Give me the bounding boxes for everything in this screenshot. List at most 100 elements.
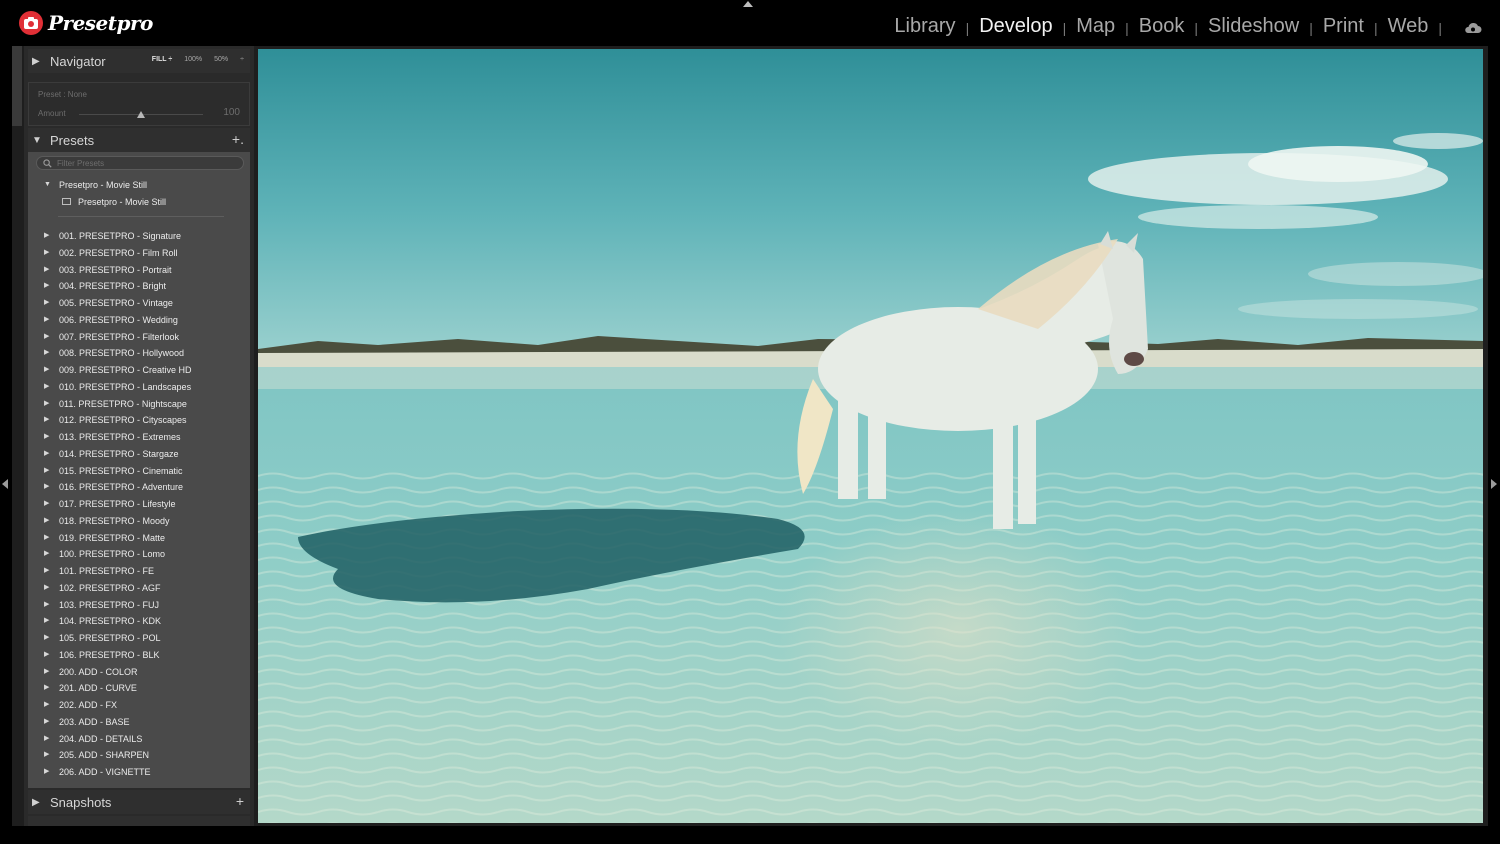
preset-item-label: Presetpro - Movie Still [78, 197, 167, 207]
history-header[interactable] [28, 816, 250, 826]
expand-triangle-icon: ▶ [44, 751, 50, 759]
preset-group-label: 014. PRESETPRO - Stargaze [59, 448, 179, 459]
presets-title: Presets [50, 132, 95, 148]
expand-triangle-icon: ▶ [44, 500, 50, 507]
preset-amount-box: Preset : None Amount 100 [28, 82, 250, 126]
preset-group-label: 003. PRESETPRO - Portrait [59, 264, 172, 275]
preset-group-open[interactable]: ▼ Presetpro - Movie Still [28, 178, 250, 192]
collapse-top-panel-icon[interactable] [743, 1, 753, 7]
module-map[interactable]: Map [1076, 15, 1115, 38]
list-divider [58, 216, 224, 217]
preset-group[interactable]: ▶ 008. PRESETPRO - Hollywood [28, 346, 250, 360]
preset-group[interactable]: ▶ 206. ADD - VIGNETTE [28, 765, 250, 779]
preset-group-label: 013. PRESETPRO - Extremes [59, 432, 181, 442]
preset-group-label: 204. ADD - DETAILS [59, 733, 143, 744]
preset-group-label: 006. PRESETPRO - Wedding [59, 314, 178, 325]
zoom-more[interactable]: ÷ [240, 56, 244, 63]
preset-group[interactable]: ▶ 005. PRESETPRO - Vintage [28, 296, 250, 310]
amount-slider-thumb[interactable] [137, 111, 145, 118]
preset-group[interactable]: ▶ 103. PRESETPRO - FUJ [28, 598, 250, 612]
preset-group[interactable]: ▶ 002. PRESETPRO - Film Roll [28, 246, 250, 260]
module-separator: | [965, 19, 970, 36]
preset-group[interactable]: ▶ 205. ADD - SHARPEN [28, 748, 250, 762]
preset-group[interactable]: ▶ 202. ADD - FX [28, 698, 250, 712]
zoom-fill[interactable]: FILL ÷ [152, 56, 172, 63]
preset-group-label: 202. ADD - FX [59, 700, 118, 710]
expand-triangle-icon: ▶ [44, 617, 50, 625]
preset-group[interactable]: ▶ 104. PRESETPRO - KDK [28, 614, 250, 628]
preset-group[interactable]: ▶ 016. PRESETPRO - Adventure [28, 480, 250, 494]
module-print[interactable]: Print [1323, 15, 1364, 38]
preset-item[interactable]: Presetpro - Movie Still [28, 195, 250, 209]
preset-group[interactable]: ▶ 004. PRESETPRO - Bright [28, 279, 250, 293]
preset-group[interactable]: ▶ 019. PRESETPRO - Matte [28, 531, 250, 545]
preset-group[interactable]: ▶ 003. PRESETPRO - Portrait [28, 263, 250, 277]
preset-group[interactable]: ▶ 011. PRESETPRO - Nightscape [28, 397, 250, 411]
module-slideshow[interactable]: Slideshow [1208, 15, 1299, 38]
collapse-right-panel-icon[interactable] [1491, 479, 1497, 489]
presets-header[interactable]: ▼ Presets +. [28, 128, 250, 152]
zoom-50[interactable]: 50% [214, 56, 228, 63]
collapse-triangle-icon: ▼ [44, 181, 51, 188]
snapshots-header[interactable]: ▶ Snapshots + [28, 790, 250, 814]
preset-group[interactable]: ▶ 204. ADD - DETAILS [28, 732, 250, 746]
preset-group[interactable]: ▶ 017. PRESETPRO - Lifestyle [28, 497, 250, 511]
preset-group[interactable]: ▶ 009. PRESETPRO - Creative HD [28, 363, 250, 377]
expand-triangle-icon: ▶ [44, 701, 50, 708]
preset-group-label: 009. PRESETPRO - Creative HD [59, 365, 192, 375]
collapse-left-panel-icon[interactable] [2, 479, 8, 489]
cloud-sync-icon[interactable] [1464, 22, 1482, 34]
preset-group[interactable]: ▶ 015. PRESETPRO - Cinematic [28, 464, 250, 478]
preset-label: Preset : None [38, 90, 87, 99]
preset-group[interactable]: ▶ 102. PRESETPRO - AGF [28, 581, 250, 595]
preset-group-label: 101. PRESETPRO - FE [59, 566, 155, 576]
preset-group[interactable]: ▶ 200. ADD - COLOR [28, 665, 250, 679]
expand-triangle-icon: ▶ [44, 265, 50, 273]
module-web[interactable]: Web [1388, 15, 1429, 38]
preset-group[interactable]: ▶ 001. PRESETPRO - Signature [28, 229, 250, 243]
filter-presets-field[interactable] [36, 156, 244, 170]
preset-group[interactable]: ▶ 203. ADD - BASE [28, 715, 250, 729]
preset-group[interactable]: ▶ 007. PRESETPRO - Filterlook [28, 330, 250, 344]
expand-triangle-icon: ▶ [44, 315, 50, 323]
expand-triangle-icon: ▶ [44, 650, 50, 658]
brand-logo: Presetpro [19, 10, 153, 36]
preset-group-label: 004. PRESETPRO - Bright [59, 281, 167, 292]
preset-group[interactable]: ▶ 013. PRESETPRO - Extremes [28, 430, 250, 444]
preset-group[interactable]: ▶ 105. PRESETPRO - POL [28, 631, 250, 645]
zoom-100[interactable]: 100% [184, 56, 202, 63]
preset-group-label: 011. PRESETPRO - Nightscape [59, 398, 187, 409]
preset-group-label: 106. PRESETPRO - BLK [59, 649, 160, 660]
module-separator: | [1309, 19, 1313, 36]
left-scrollbar[interactable] [12, 46, 22, 126]
navigator-header[interactable]: ▶ Navigator FILL ÷ 100% 50% ÷ [28, 49, 250, 73]
add-preset-icon[interactable]: +. [232, 131, 244, 147]
photo-canvas[interactable] [258, 49, 1483, 823]
preset-group[interactable]: ▶ 101. PRESETPRO - FE [28, 564, 250, 578]
expand-triangle-icon: ▶ [44, 349, 50, 357]
filter-presets-input[interactable] [57, 157, 237, 169]
module-develop[interactable]: Develop [979, 15, 1052, 38]
expand-triangle-icon: ▶ [44, 667, 50, 675]
preset-group-label: 105. PRESETPRO - POL [59, 633, 161, 643]
preset-group-label: 103. PRESETPRO - FUJ [59, 599, 160, 610]
expand-triangle-icon: ▶ [44, 416, 50, 424]
expand-triangle-icon: ▶ [44, 332, 50, 340]
preset-group[interactable]: ▶ 018. PRESETPRO - Moody [28, 514, 250, 528]
preset-group[interactable]: ▶ 106. PRESETPRO - BLK [28, 648, 250, 662]
preset-group[interactable]: ▶ 010. PRESETPRO - Landscapes [28, 380, 250, 394]
preset-group[interactable]: ▶ 100. PRESETPRO - Lomo [28, 547, 250, 561]
preset-group-label: 019. PRESETPRO - Matte [59, 532, 166, 543]
preset-group[interactable]: ▶ 201. ADD - CURVE [28, 681, 250, 695]
expand-triangle-icon: ▶ [44, 466, 50, 474]
module-book[interactable]: Book [1139, 15, 1185, 38]
preset-group[interactable]: ▶ 012. PRESETPRO - Cityscapes [28, 413, 250, 427]
module-library[interactable]: Library [894, 15, 955, 38]
preset-group[interactable]: ▶ 014. PRESETPRO - Stargaze [28, 447, 250, 461]
search-icon [43, 159, 52, 168]
expand-triangle-icon: ▶ [44, 382, 50, 390]
add-snapshot-icon[interactable]: + [236, 793, 244, 809]
preset-group[interactable]: ▶ 006. PRESETPRO - Wedding [28, 313, 250, 327]
amount-value: 100 [223, 107, 240, 118]
preset-group-label: 102. PRESETPRO - AGF [59, 582, 161, 593]
